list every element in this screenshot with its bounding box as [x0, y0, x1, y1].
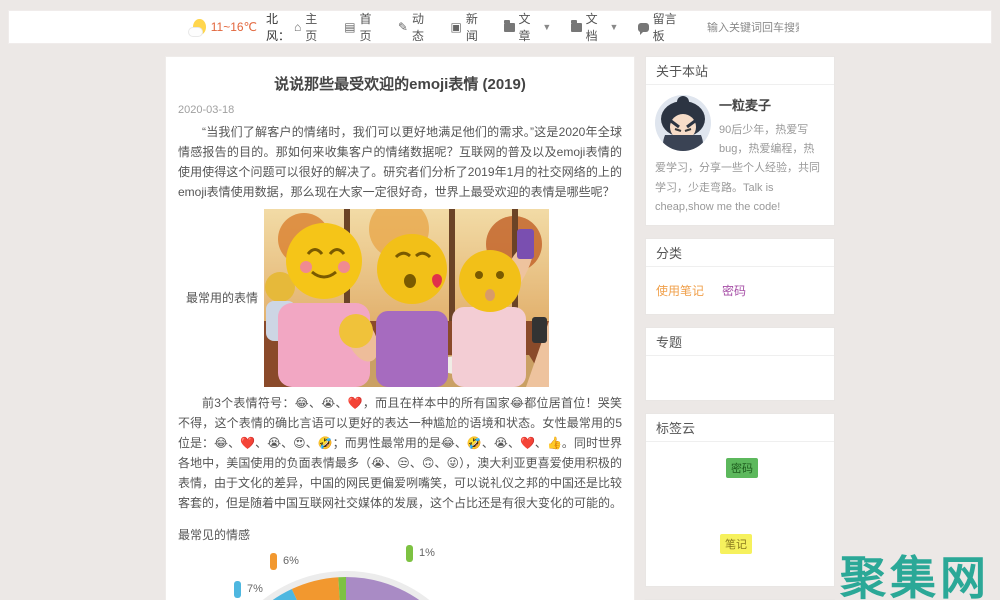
search-input[interactable] — [707, 22, 799, 34]
chevron-down-icon: ▼ — [542, 22, 551, 32]
nav-item-home[interactable]: ⌂ 主页 — [294, 10, 324, 44]
weather-widget: 11~16℃ 北风： — [193, 10, 294, 44]
site-logo[interactable] — [23, 15, 193, 39]
article-subheading: 最常见的情感 — [178, 526, 622, 543]
about-title: 关于本站 — [646, 57, 834, 85]
chart-percent-label: 1% — [406, 545, 435, 562]
pages-icon: ▤ — [344, 20, 355, 34]
sun-cloud-icon — [193, 19, 205, 35]
weather-temperature: 11~16℃ — [211, 20, 257, 34]
article-title: 说说那些最受欢迎的emoji表情 (2019) — [178, 73, 622, 94]
nav-label: 首页 — [360, 10, 378, 44]
weather-wind: 北风： — [266, 10, 294, 44]
top-navigation-bar: 11~16℃ 北风： ⌂ 主页 ▤ 首页 ✎ 动态 ▣ 新闻 文章 ▼ 文档 ▼ — [8, 10, 992, 44]
folder-icon — [504, 23, 514, 32]
article-photo-emoji-masks — [264, 209, 549, 387]
site-watermark: 聚集网 — [840, 542, 990, 600]
home-icon: ⌂ — [294, 20, 301, 34]
categories-title: 分类 — [646, 239, 834, 267]
nav-item-articles[interactable]: 文章 ▼ — [504, 10, 551, 44]
article-card: 说说那些最受欢迎的emoji表情 (2019) 2020-03-18 “当我们了… — [165, 56, 635, 600]
categories-card: 分类 使用笔记 密码 — [645, 238, 835, 315]
nav-label: 主页 — [305, 10, 324, 44]
tagcloud-card: 标签云 密码 笔记 — [645, 413, 835, 587]
nav-label: 文章 — [519, 10, 538, 44]
nav-item-docs[interactable]: 文档 ▼ — [571, 10, 618, 44]
tag-notes[interactable]: 笔记 — [720, 534, 752, 554]
image-caption: 最常用的表情 — [186, 289, 258, 306]
chevron-down-icon: ▼ — [610, 22, 619, 32]
topics-title: 专题 — [646, 328, 834, 356]
nav-label: 动态 — [412, 10, 431, 44]
article-paragraph-2: 前3个表情符号：😂、😭、❤️，而且在样本中的所有国家😂都位居首位！哭笑不得，这个… — [178, 393, 622, 514]
chart-percent-label: 7% — [234, 581, 263, 598]
nav-item-news[interactable]: ▣ 新闻 — [451, 10, 485, 44]
nav-item-activity[interactable]: ✎ 动态 — [398, 10, 431, 44]
emotion-donut-chart: 11%7%6%1% JoySadnessAnger — [178, 545, 622, 600]
nav-label: 新闻 — [466, 10, 484, 44]
main-nav: ⌂ 主页 ▤ 首页 ✎ 动态 ▣ 新闻 文章 ▼ 文档 ▼ 留言板 — [294, 10, 683, 44]
sidebar: 关于本站 一粒麦子 90后少年，热爱写bug，热爱编程，热爱学习，分享一些个人经… — [645, 56, 835, 600]
avatar — [655, 95, 711, 151]
pen-icon: ✎ — [398, 20, 408, 34]
category-link-usage-notes[interactable]: 使用笔记 — [656, 282, 704, 299]
news-icon: ▣ — [451, 20, 462, 34]
about-card: 关于本站 一粒麦子 90后少年，热爱写bug，热爱编程，热爱学习，分享一些个人经… — [645, 56, 835, 226]
nav-item-guestbook[interactable]: 留言板 — [638, 10, 683, 44]
nav-label: 文档 — [586, 10, 605, 44]
folder-icon — [571, 23, 581, 32]
tag-password[interactable]: 密码 — [726, 458, 758, 478]
article-paragraph-1: “当我们了解客户的情绪时，我们可以更好地满足他们的需求。”这是2020年全球情感… — [178, 122, 622, 203]
topics-card: 专题 — [645, 327, 835, 401]
chart-percent-label: 6% — [270, 553, 299, 570]
search-box — [707, 18, 799, 36]
comment-icon — [638, 23, 648, 32]
nav-label: 留言板 — [653, 10, 683, 44]
article-date: 2020-03-18 — [178, 104, 622, 116]
tagcloud-title: 标签云 — [646, 414, 834, 442]
nav-item-frontpage[interactable]: ▤ 首页 — [344, 10, 378, 44]
category-link-password[interactable]: 密码 — [722, 282, 746, 299]
